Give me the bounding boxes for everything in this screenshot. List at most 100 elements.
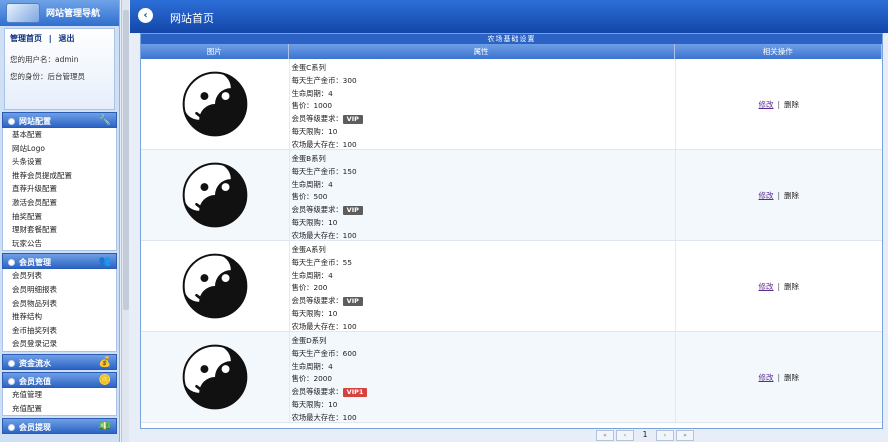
attribute-line: 生命周期：4 <box>291 88 333 98</box>
sidebar-item[interactable]: 推荐结构 <box>3 310 116 324</box>
table-header: 图片 属性 相关操作 <box>141 44 882 59</box>
scroll-thumb[interactable] <box>123 10 129 310</box>
sidebar-item[interactable]: 金币抽奖列表 <box>3 324 116 338</box>
money-icon: 💰 <box>98 356 111 368</box>
actions-cell: 修改 | 删除 <box>674 241 882 331</box>
sidebar-item[interactable]: 抽奖配置 <box>3 210 116 224</box>
actions-cell: 修改 | 删除 <box>674 150 882 240</box>
yin-yang-smiley-image <box>182 253 248 319</box>
attribute-line: 每天限购：10 <box>291 217 338 227</box>
bullet-icon <box>8 259 15 267</box>
action-separator: | <box>777 372 781 382</box>
attribute-line: 售价：500 <box>291 192 328 202</box>
admin-home-link[interactable]: 管理首页 <box>10 34 42 43</box>
sidebar-item[interactable]: 会员登录记录 <box>3 337 116 351</box>
logout-link[interactable]: 退出 <box>59 34 75 43</box>
actions-cell: 修改 | 删除 <box>674 332 882 422</box>
page-title: 网站首页 <box>170 12 214 25</box>
sidebar-item[interactable]: 会员物品列表 <box>3 297 116 311</box>
bullet-icon <box>8 118 15 125</box>
attribute-line: 金蛋C系列 <box>291 63 326 72</box>
table-row: 金蛋D系列 每天生产金币：600 生命周期：4 售价：2000 会员等级要求： VIP1 每… <box>141 332 882 423</box>
vip-requirement-label: 会员等级要求： <box>291 387 343 397</box>
delete-link[interactable]: 删除 <box>784 99 799 110</box>
sidebar-item[interactable]: 头条设置 <box>3 155 116 169</box>
sidebar-section-title: 网站配置 <box>19 117 51 126</box>
header-attributes: 属性 <box>289 44 675 59</box>
sidebar-section-title: 会员管理 <box>19 258 51 268</box>
edit-link[interactable]: 修改 <box>759 99 774 110</box>
sidebar-section: 会员提现 💵 <box>2 418 117 435</box>
attributes-cell: 金蛋B系列 每天生产金币：150 生命周期：4 售价：500 会员等级要求： VIP 每天限… <box>288 150 675 240</box>
attribute-line: 每天生产金币：300 <box>291 75 357 85</box>
sidebar-item[interactable]: 玩家公告 <box>3 237 116 251</box>
farm-table-panel: 农场基础设置 图片 属性 相关操作 金蛋C系列每天生产金币：300 生命周期：4 售… <box>140 33 883 429</box>
sidebar-item[interactable]: 直荐升级配置 <box>3 182 116 196</box>
sidebar-item[interactable]: 网站Logo <box>3 142 116 156</box>
table-row: 金蛋B系列 每天生产金币：150 生命周期：4 售价：500 会员等级要求： VIP 每天限… <box>141 150 882 241</box>
sidebar-item[interactable]: 会员明细报表 <box>3 283 116 297</box>
attribute-line: 生命周期：4 <box>291 270 333 280</box>
image-cell <box>141 241 289 331</box>
edit-link[interactable]: 修改 <box>759 190 774 201</box>
vip-requirement-line: 会员等级要求： VIP <box>292 204 675 217</box>
sidebar-item[interactable]: 基本配置 <box>3 128 116 142</box>
attributes-cell: 金蛋C系列 每天生产金币：300 生命周期：4 售价：1000 会员等级要求： VIP 每天… <box>288 59 675 149</box>
sidebar-section-header[interactable]: 会员管理 👥 <box>2 253 117 270</box>
delete-link[interactable]: 删除 <box>784 190 799 201</box>
sidebar-item[interactable]: 充值管理 <box>3 388 116 402</box>
tools-icon: 🔧 <box>98 115 111 126</box>
edit-link[interactable]: 修改 <box>759 372 774 383</box>
sidebar-item-list: 会员列表 会员明细报表 会员物品列表 推荐结构 金币抽奖列表 会员登录记录 <box>2 269 117 352</box>
vip-badge: VIP <box>342 297 363 307</box>
delete-link[interactable]: 删除 <box>784 372 799 383</box>
vip-requirement-line: 会员等级要求： VIP1 <box>292 386 675 399</box>
sidebar-section-header[interactable]: 会员充值 🪙 <box>2 371 117 388</box>
attributes-cell: 金蛋D系列 每天生产金币：600 生命周期：4 售价：2000 会员等级要求： VIP1 每… <box>288 332 675 422</box>
sidebar-item[interactable]: 推荐会员提成配置 <box>3 169 116 183</box>
yin-yang-smiley-image <box>182 162 248 228</box>
action-separator: | <box>777 99 781 109</box>
sidebar-item[interactable]: 理财套餐配置 <box>3 223 116 237</box>
edit-link[interactable]: 修改 <box>759 281 774 292</box>
sidebar-header: 网站管理导航 <box>0 0 119 26</box>
action-separator: | <box>777 281 781 291</box>
sidebar-item[interactable]: 激活会员配置 <box>3 196 116 210</box>
table-caption: 农场基础设置 <box>141 34 882 44</box>
sidebar-item[interactable]: 充值配置 <box>3 402 116 416</box>
yin-yang-smiley-image <box>182 344 248 410</box>
sidebar-scrollbar[interactable] <box>121 0 129 442</box>
bullet-icon <box>8 424 15 432</box>
attribute-line: 每天生产金币：55 <box>291 257 352 267</box>
vip-requirement-line: 会员等级要求： VIP <box>292 113 675 126</box>
coins-icon: 🪙 <box>98 374 111 386</box>
cash-icon: 💵 <box>98 421 111 433</box>
sidebar: 网站管理导航 管理首页 | 退出 您的用户名：admin 您的身份：后台管理员 … <box>0 0 120 442</box>
attribute-line: 生命周期：4 <box>291 179 333 189</box>
sidebar-section-header[interactable]: 会员提现 💵 <box>2 418 117 435</box>
sidebar-section-title: 会员提现 <box>19 423 51 433</box>
first-page-button[interactable]: « <box>596 430 614 441</box>
sidebar-section-header[interactable]: 网站配置 🔧 <box>2 112 117 128</box>
link-separator: | <box>48 34 52 43</box>
prev-page-button[interactable]: ‹ <box>616 430 634 441</box>
sidebar-section-title: 资金流水 <box>19 358 51 368</box>
attribute-line: 售价：1000 <box>291 101 333 111</box>
vip-requirement-label: 会员等级要求： <box>291 205 343 215</box>
account-links: 管理首页 | 退出 <box>10 33 109 44</box>
attribute-line: 每天限购：10 <box>291 399 338 409</box>
yin-yang-smiley-image <box>182 71 248 137</box>
attribute-line: 售价：200 <box>291 283 328 293</box>
sidebar-section-header[interactable]: 资金流水 💰 <box>2 353 117 370</box>
sidebar-item[interactable]: 会员列表 <box>3 269 116 283</box>
vip-requirement-line: 会员等级要求： VIP <box>292 295 675 308</box>
back-arrow-icon[interactable]: ‹ <box>138 8 153 23</box>
vip-badge: VIP <box>342 115 363 125</box>
sidebar-section: 网站配置 🔧 基本配置 网站Logo 头条设置 推荐会员提成配置 直荐升级配置 激活会员配置抽… <box>2 112 117 252</box>
next-page-button[interactable]: › <box>656 430 674 441</box>
role-text: 您的身份：后台管理员 <box>10 72 85 81</box>
last-page-button[interactable]: » <box>676 430 694 441</box>
table-body: 金蛋C系列 每天生产金币：300 生命周期：4 售价：1000 会员等级要求： VIP 每天… <box>141 59 882 423</box>
delete-link[interactable]: 删除 <box>784 281 799 292</box>
attribute-line: 金蛋D系列 <box>291 336 327 345</box>
